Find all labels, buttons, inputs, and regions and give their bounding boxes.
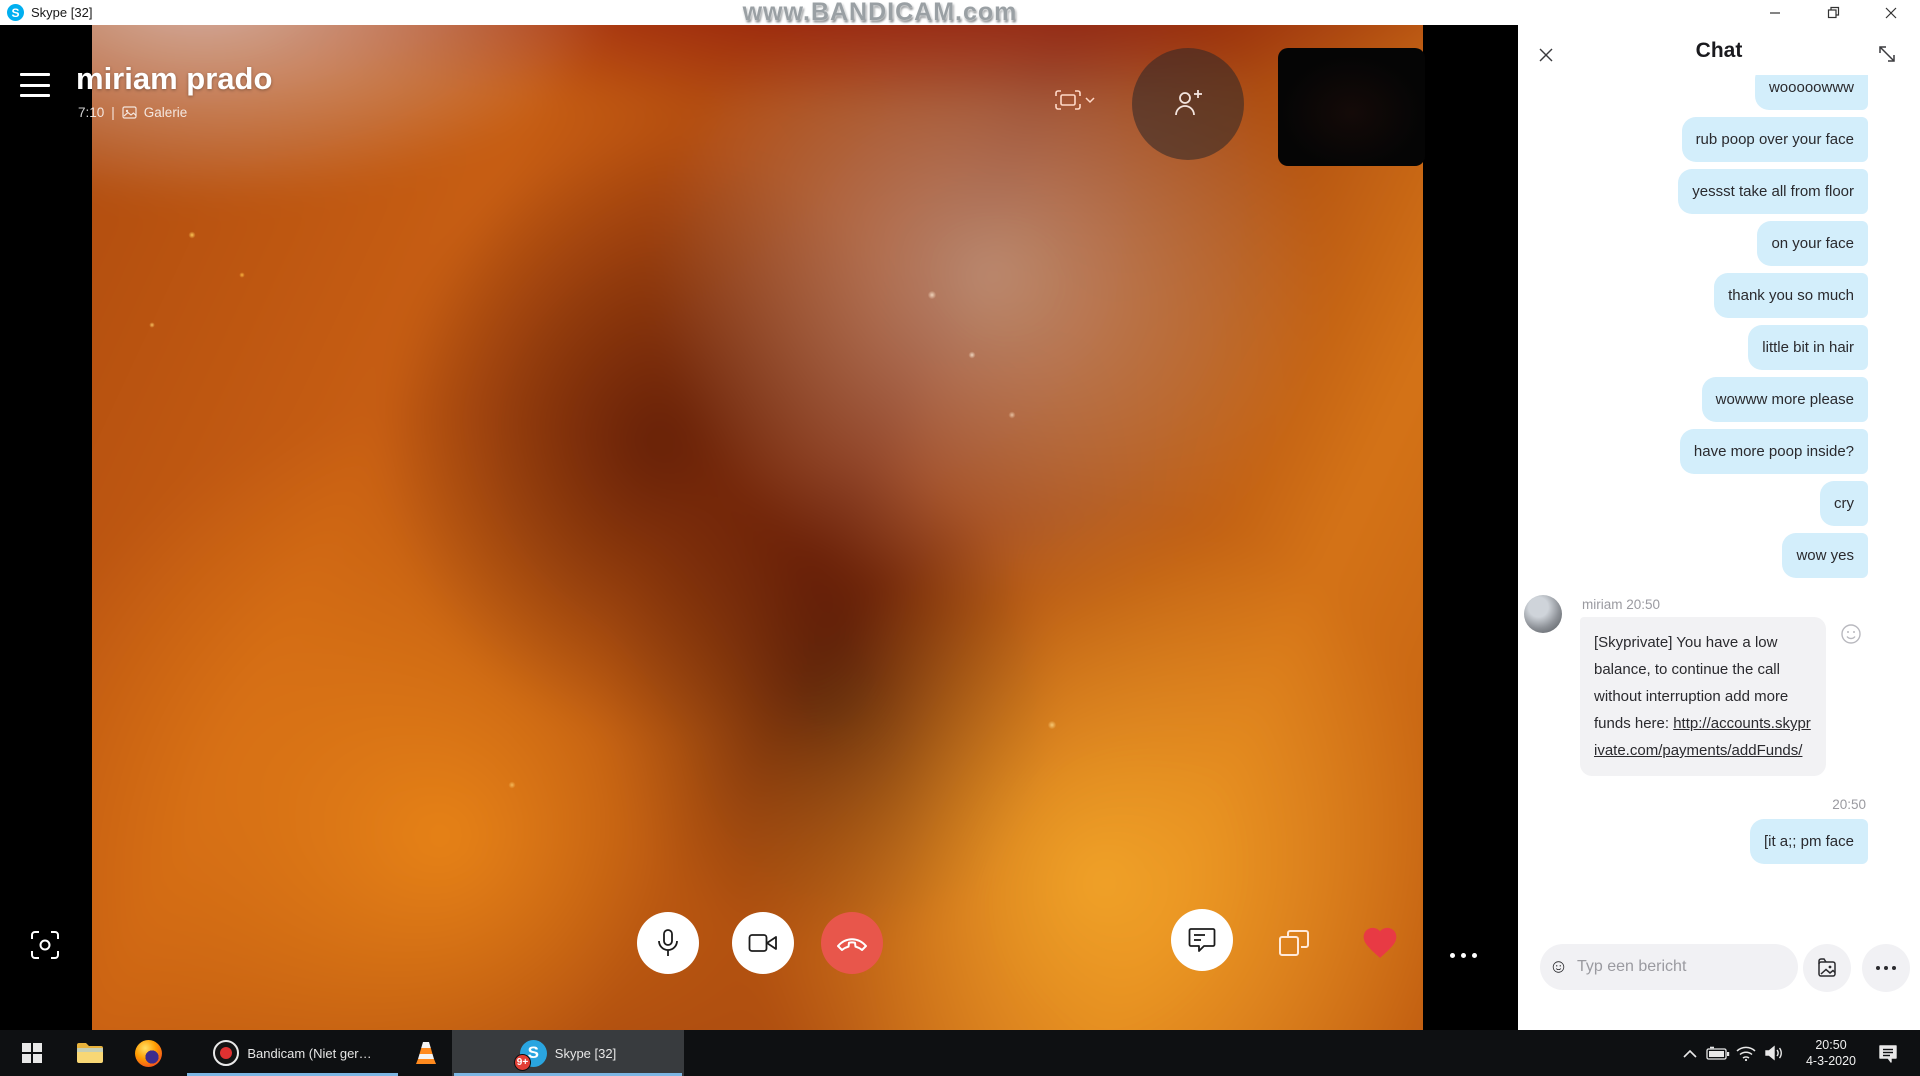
volume-icon[interactable] <box>1760 1030 1788 1076</box>
battery-icon[interactable] <box>1704 1030 1732 1076</box>
self-video-pip[interactable] <box>1278 48 1425 166</box>
wifi-icon[interactable] <box>1732 1030 1760 1076</box>
call-meta: 7:10 | Galerie <box>78 105 187 120</box>
skype-unread-badge: 9+ <box>514 1054 531 1071</box>
sent-message: yessst take all from floor <box>1678 169 1868 214</box>
end-call-button[interactable] <box>821 912 883 974</box>
sent-message: thank you so much <box>1714 273 1868 318</box>
time-divider: 20:50 <box>1524 797 1868 812</box>
gallery-label[interactable]: Galerie <box>144 105 188 120</box>
restore-button[interactable] <box>1804 0 1862 25</box>
sent-message: [it a;; pm face <box>1750 819 1868 864</box>
taskbar-file-explorer[interactable] <box>66 1030 114 1076</box>
camera-icon <box>748 932 778 954</box>
window-title: Skype [32] <box>31 5 92 20</box>
call-duration: 7:10 <box>78 105 104 120</box>
skype-task-label: Skype [32] <box>555 1046 616 1061</box>
snapshot-focus-button[interactable] <box>30 930 60 965</box>
reaction-smiley-icon[interactable] <box>1840 623 1862 650</box>
tray-time: 20:50 <box>1794 1037 1868 1053</box>
video-highlights <box>92 25 1423 1030</box>
firefox-icon <box>135 1040 162 1067</box>
sent-message: wowww more please <box>1702 377 1868 422</box>
taskbar: Bandicam (Niet ger… S 9+ Skype [32] <box>0 1030 1920 1076</box>
taskbar-skype[interactable]: S 9+ Skype [32] <box>452 1030 684 1076</box>
composer <box>1540 944 1910 992</box>
skype-icon: S 9+ <box>520 1040 547 1067</box>
microphone-button[interactable] <box>637 912 699 974</box>
sent-message: have more poop inside? <box>1680 429 1868 474</box>
folder-icon <box>76 1042 104 1064</box>
chat-header: Chat <box>1518 25 1920 75</box>
windows-logo-icon <box>22 1043 42 1063</box>
heart-icon <box>1360 923 1400 959</box>
tray-chevron-up-icon[interactable] <box>1676 1030 1704 1076</box>
close-icon <box>1885 7 1897 19</box>
received-message: [Skyprivate] You have a low balance, to … <box>1580 617 1826 776</box>
taskbar-clock[interactable]: 20:50 4-3-2020 <box>1794 1037 1868 1069</box>
sender-name-time: miriam 20:50 <box>1582 597 1868 612</box>
resize-chat-button[interactable] <box>1876 43 1898 70</box>
minimize-button[interactable] <box>1746 0 1804 25</box>
photo-icon <box>1815 956 1839 980</box>
chat-title: Chat <box>1518 39 1920 63</box>
add-person-icon <box>1171 88 1205 120</box>
bandicam-watermark: www.BANDICAM.com <box>660 0 1100 27</box>
composer-more-button[interactable] <box>1862 944 1910 992</box>
screen: S Skype [32] www.BANDICAM.com miriam pra… <box>0 0 1920 1076</box>
video-call-area: miriam prado 7:10 | Galerie <box>0 25 1518 1030</box>
camera-button[interactable] <box>732 912 794 974</box>
tray-date: 4-3-2020 <box>1794 1053 1868 1069</box>
gallery-icon <box>122 106 137 119</box>
close-window-button[interactable] <box>1862 0 1920 25</box>
chat-message-icon <box>1188 927 1216 953</box>
sent-message: rub poop over your face <box>1682 117 1868 162</box>
sent-message: wow yes <box>1782 533 1868 578</box>
heart-reaction-button[interactable] <box>1360 923 1400 964</box>
bandicam-task-label: Bandicam (Niet ger… <box>247 1046 371 1061</box>
remote-video[interactable] <box>92 25 1423 1030</box>
toggle-chat-button[interactable] <box>1171 909 1233 971</box>
chat-panel: Chat wooooowww rub poop over your face y… <box>1518 25 1920 1030</box>
system-tray: 20:50 4-3-2020 <box>1676 1030 1902 1076</box>
taskbar-firefox[interactable] <box>124 1030 172 1076</box>
meta-separator: | <box>111 105 115 120</box>
popout-video-button[interactable] <box>1272 923 1316 963</box>
microphone-icon <box>655 928 681 958</box>
popout-icon <box>1277 927 1311 959</box>
add-participant-button[interactable] <box>1132 48 1244 160</box>
caller-name: miriam prado <box>76 61 272 97</box>
sent-message: cry <box>1820 481 1868 526</box>
end-call-icon <box>836 935 868 951</box>
received-message-group: miriam 20:50 [Skyprivate] You have a low… <box>1524 595 1868 776</box>
vlc-icon <box>414 1040 438 1066</box>
sent-message: wooooowww <box>1755 75 1868 110</box>
start-button[interactable] <box>10 1030 54 1076</box>
skype-app-icon: S <box>7 4 24 21</box>
minimize-icon <box>1769 7 1781 19</box>
more-options-button[interactable] <box>1450 953 1477 958</box>
message-input-pill[interactable] <box>1540 944 1798 990</box>
emoji-picker-icon[interactable] <box>1552 955 1565 979</box>
send-photo-button[interactable] <box>1803 944 1851 992</box>
chevron-down-icon <box>1085 97 1095 104</box>
menu-button[interactable] <box>20 73 50 97</box>
sent-message: on your face <box>1757 221 1868 266</box>
message-input[interactable] <box>1575 957 1786 977</box>
fit-frame-icon <box>1055 90 1081 110</box>
taskbar-vlc[interactable] <box>404 1030 448 1076</box>
more-dots-icon <box>1876 966 1896 970</box>
action-center-icon[interactable] <box>1874 1030 1902 1076</box>
taskbar-bandicam[interactable]: Bandicam (Niet ger… <box>185 1030 400 1076</box>
sent-message: little bit in hair <box>1748 325 1868 370</box>
sender-avatar[interactable] <box>1524 595 1562 633</box>
diagonal-resize-icon <box>1876 43 1898 65</box>
message-list[interactable]: wooooowww rub poop over your face yessst… <box>1524 75 1868 935</box>
restore-icon <box>1827 6 1840 19</box>
resize-video-button[interactable] <box>1055 90 1095 110</box>
focus-brackets-icon <box>30 930 60 960</box>
bandicam-record-icon <box>213 1040 239 1066</box>
